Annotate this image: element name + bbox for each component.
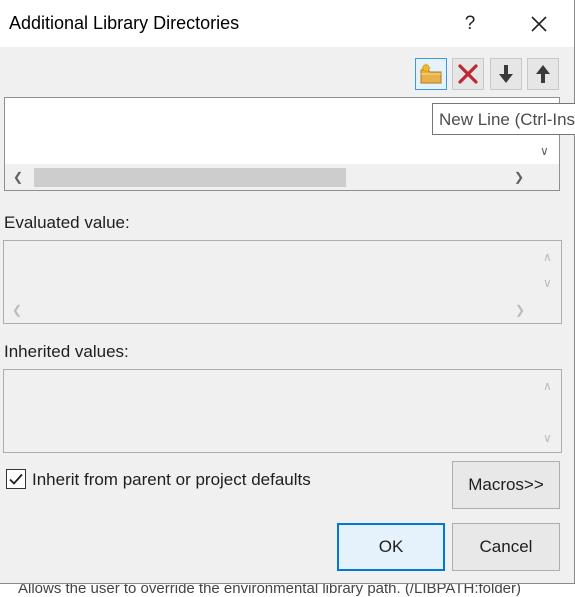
new-folder-icon bbox=[420, 63, 442, 84]
inherited-values-label: Inherited values: bbox=[4, 342, 129, 361]
scroll-down-arrow: ∨ bbox=[543, 431, 552, 445]
move-down-button[interactable] bbox=[490, 58, 522, 90]
evaluated-value-box: ∧ ∨ ❮ ❯ bbox=[3, 240, 562, 324]
inherited-values-box: ∧ ∨ bbox=[3, 369, 562, 453]
scroll-down-arrow: ∨ bbox=[543, 276, 552, 290]
inherit-checkbox[interactable] bbox=[6, 469, 26, 489]
ok-button[interactable]: OK bbox=[337, 523, 445, 571]
move-up-button[interactable] bbox=[527, 58, 559, 90]
scroll-down-arrow[interactable]: ∨ bbox=[540, 145, 549, 157]
scrollbar-thumb[interactable] bbox=[34, 168, 346, 187]
scroll-right-arrow[interactable]: ❯ bbox=[514, 171, 524, 183]
evaluated-value-label: Evaluated value: bbox=[4, 213, 130, 232]
move-down-icon bbox=[499, 65, 513, 83]
scroll-up-arrow: ∧ bbox=[543, 379, 552, 393]
additional-library-directories-dialog: Additional Library Directories ? ∨ ❮ ❯ N… bbox=[0, 0, 575, 584]
new-line-tooltip: New Line (Ctrl-Insert) bbox=[432, 103, 575, 135]
cancel-button[interactable]: Cancel bbox=[452, 523, 560, 571]
dialog-title: Additional Library Directories bbox=[9, 13, 240, 33]
move-up-icon bbox=[536, 65, 550, 83]
horizontal-scrollbar[interactable]: ❮ ❯ bbox=[5, 164, 559, 190]
close-button[interactable] bbox=[515, 0, 563, 47]
scroll-left-arrow: ❮ bbox=[12, 303, 23, 317]
checkmark-icon bbox=[9, 473, 23, 485]
macros-button[interactable]: Macros>> bbox=[452, 461, 560, 509]
scroll-right-arrow: ❯ bbox=[515, 303, 526, 317]
title-bar: Additional Library Directories ? bbox=[0, 0, 574, 47]
delete-line-button[interactable] bbox=[452, 58, 484, 90]
delete-icon bbox=[458, 64, 478, 84]
close-icon bbox=[531, 15, 547, 32]
scroll-left-arrow[interactable]: ❮ bbox=[13, 171, 23, 183]
inherit-checkbox-label[interactable]: Inherit from parent or project defaults bbox=[32, 470, 311, 490]
new-line-button[interactable] bbox=[415, 58, 447, 90]
scroll-up-arrow: ∧ bbox=[543, 250, 552, 264]
help-button[interactable]: ? bbox=[448, 0, 492, 47]
